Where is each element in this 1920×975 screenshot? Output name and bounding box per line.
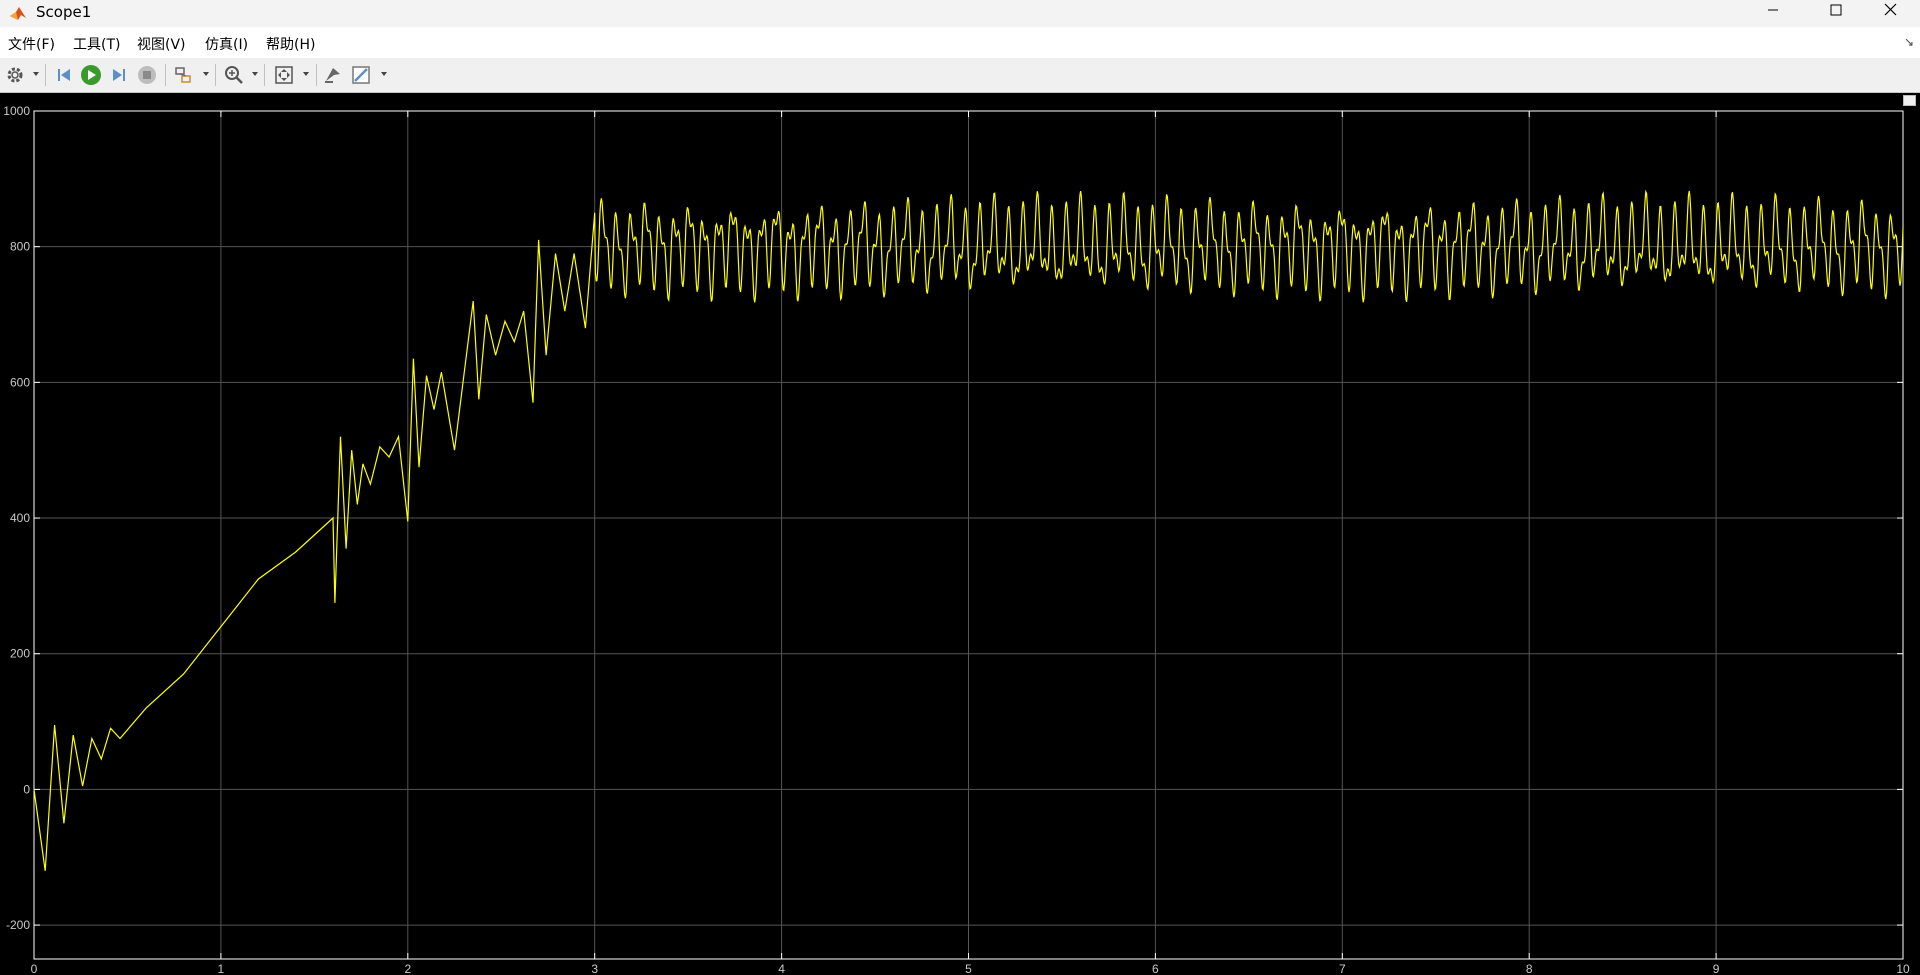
fit-axes-icon[interactable] <box>272 63 296 87</box>
toolbar-separator <box>264 64 265 86</box>
maximize-button[interactable] <box>1803 0 1861 27</box>
toolbar-separator <box>215 64 216 86</box>
toolbar <box>0 58 1920 93</box>
matlab-logo-icon <box>10 7 26 20</box>
y-tick-label: 1000 <box>3 104 30 118</box>
step-back-icon[interactable] <box>52 63 76 87</box>
x-tick-label: 9 <box>1713 962 1720 975</box>
style-dropdown-icon[interactable] <box>381 72 387 76</box>
highlight-block-icon[interactable] <box>321 63 345 87</box>
y-tick-label: -200 <box>6 918 30 932</box>
x-tick-label: 7 <box>1339 962 1346 975</box>
zoom-icon[interactable] <box>222 63 246 87</box>
menu-simulation[interactable]: 仿真(I) <box>205 34 248 54</box>
y-tick-label: 0 <box>23 782 30 796</box>
toolbar-separator <box>165 64 166 86</box>
fit-axes-dropdown-icon[interactable] <box>303 72 309 76</box>
x-tick-label: 4 <box>778 962 785 975</box>
settings-icon[interactable] <box>3 63 27 87</box>
minimize-button[interactable] <box>1744 0 1802 27</box>
menu-file[interactable]: 文件(F) <box>8 34 55 54</box>
signal-tools-dropdown-icon[interactable] <box>203 72 209 76</box>
zoom-dropdown-icon[interactable] <box>252 72 258 76</box>
y-tick-label: 800 <box>10 240 30 254</box>
toolbar-separator <box>316 64 317 86</box>
undock-icon[interactable]: ↘ <box>1904 35 1914 49</box>
y-tick-label: 400 <box>10 511 30 525</box>
menu-bar: 文件(F) 工具(T) 视图(V) 仿真(I) 帮助(H) ↘ <box>0 27 1920 58</box>
y-tick-label: 600 <box>10 375 30 389</box>
x-tick-label: 8 <box>1526 962 1533 975</box>
x-tick-label: 6 <box>1152 962 1159 975</box>
scope-plot-area: -200 0 200 400 600 800 1000 0 1 2 3 4 5 6 7 8 9 10 <box>0 93 1920 975</box>
x-tick-label: 10 <box>1896 962 1910 975</box>
settings-dropdown-icon[interactable] <box>33 72 39 76</box>
menu-tools[interactable]: 工具(T) <box>73 34 120 54</box>
x-tick-label: 0 <box>31 962 38 975</box>
menu-help[interactable]: 帮助(H) <box>266 34 315 54</box>
x-tick-label: 1 <box>218 962 225 975</box>
window-titlebar: Scope1 <box>0 0 1920 27</box>
stop-icon[interactable] <box>135 63 159 87</box>
run-icon[interactable] <box>79 63 103 87</box>
x-tick-label: 3 <box>591 962 598 975</box>
y-tick-label: 200 <box>10 647 30 661</box>
x-tick-label: 2 <box>404 962 411 975</box>
x-tick-label: 5 <box>965 962 972 975</box>
style-icon[interactable] <box>349 63 373 87</box>
close-icon <box>1884 3 1897 16</box>
close-button[interactable] <box>1862 0 1920 27</box>
scope-axes[interactable]: -200 0 200 400 600 800 1000 0 1 2 3 4 5 6 7 8 9 10 <box>0 93 1920 975</box>
minimize-icon <box>1768 9 1778 11</box>
step-forward-icon[interactable] <box>107 63 131 87</box>
window-title: Scope1 <box>36 3 92 21</box>
signal-tools-icon[interactable] <box>172 63 196 87</box>
maximize-icon <box>1830 4 1842 16</box>
toolbar-separator <box>45 64 46 86</box>
menu-view[interactable]: 视图(V) <box>137 34 186 54</box>
